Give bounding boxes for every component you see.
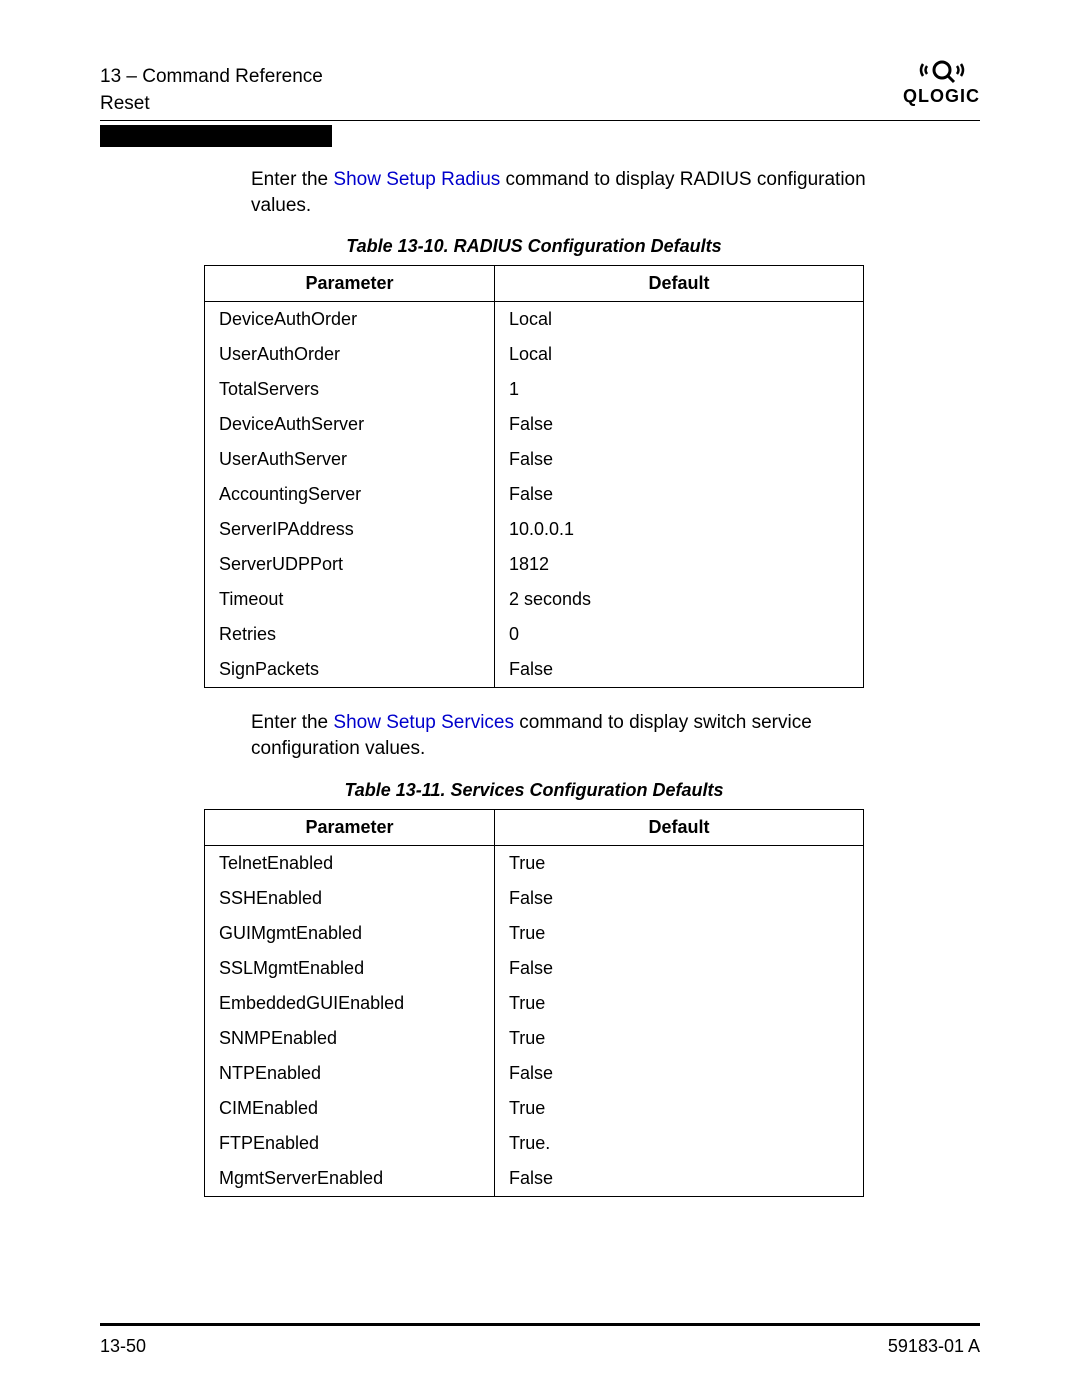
cell-default: False bbox=[494, 951, 863, 986]
cell-default: False bbox=[494, 652, 863, 688]
table-row: FTPEnabledTrue. bbox=[205, 1126, 864, 1161]
cell-parameter: TotalServers bbox=[205, 372, 495, 407]
table-row: EmbeddedGUIEnabledTrue bbox=[205, 986, 864, 1021]
table-row: ServerIPAddress10.0.0.1 bbox=[205, 512, 864, 547]
footer-line: 13-50 59183-01 A bbox=[100, 1336, 980, 1357]
cell-default: 1 bbox=[494, 372, 863, 407]
brand-logo: QLOGIC bbox=[903, 58, 980, 107]
cell-default: False bbox=[494, 407, 863, 442]
show-setup-services-link[interactable]: Show Setup Services bbox=[333, 712, 514, 733]
cell-parameter: GUIMgmtEnabled bbox=[205, 916, 495, 951]
cell-default: True bbox=[494, 916, 863, 951]
table-row: GUIMgmtEnabledTrue bbox=[205, 916, 864, 951]
cell-parameter: ServerUDPPort bbox=[205, 547, 495, 582]
col-parameter: Parameter bbox=[205, 266, 495, 302]
header-section: 13 – Command Reference bbox=[100, 64, 323, 91]
cell-default: False bbox=[494, 1161, 863, 1197]
intro1-pre: Enter the bbox=[251, 169, 333, 190]
table2-caption: Table 13-11. Services Configuration Defa… bbox=[204, 780, 864, 801]
col-default: Default bbox=[494, 266, 863, 302]
table-header-row: Parameter Default bbox=[205, 809, 864, 845]
intro-text-2: Enter the Show Setup Services command to… bbox=[251, 710, 871, 761]
table-row: DeviceAuthOrderLocal bbox=[205, 302, 864, 338]
cell-parameter: UserAuthOrder bbox=[205, 337, 495, 372]
header-rule bbox=[100, 120, 980, 121]
cell-default: False bbox=[494, 442, 863, 477]
cell-parameter: Timeout bbox=[205, 582, 495, 617]
header-text: 13 – Command Reference Reset bbox=[100, 64, 323, 117]
page-number: 13-50 bbox=[100, 1336, 146, 1357]
intro2-pre: Enter the bbox=[251, 712, 333, 733]
table-row: TelnetEnabledTrue bbox=[205, 845, 864, 881]
table-row: SNMPEnabledTrue bbox=[205, 1021, 864, 1056]
table1-caption: Table 13-10. RADIUS Configuration Defaul… bbox=[204, 236, 864, 257]
cell-default: 1812 bbox=[494, 547, 863, 582]
qlogic-icon bbox=[919, 58, 965, 84]
table-row: MgmtServerEnabledFalse bbox=[205, 1161, 864, 1197]
table1-body: DeviceAuthOrderLocalUserAuthOrderLocalTo… bbox=[205, 302, 864, 688]
document-id: 59183-01 A bbox=[888, 1336, 980, 1357]
table-row: CIMEnabledTrue bbox=[205, 1091, 864, 1126]
table-header-row: Parameter Default bbox=[205, 266, 864, 302]
footer-rule bbox=[100, 1323, 980, 1326]
page-header: 13 – Command Reference Reset QLOGIC bbox=[100, 58, 980, 117]
table-row: SSHEnabledFalse bbox=[205, 881, 864, 916]
table2-body: TelnetEnabledTrueSSHEnabledFalseGUIMgmtE… bbox=[205, 845, 864, 1196]
cell-default: 10.0.0.1 bbox=[494, 512, 863, 547]
cell-default: False bbox=[494, 477, 863, 512]
cell-parameter: AccountingServer bbox=[205, 477, 495, 512]
table-row: SSLMgmtEnabledFalse bbox=[205, 951, 864, 986]
cell-parameter: NTPEnabled bbox=[205, 1056, 495, 1091]
cell-default: True bbox=[494, 986, 863, 1021]
cell-parameter: Retries bbox=[205, 617, 495, 652]
cell-parameter: UserAuthServer bbox=[205, 442, 495, 477]
cell-parameter: SNMPEnabled bbox=[205, 1021, 495, 1056]
cell-parameter: SSLMgmtEnabled bbox=[205, 951, 495, 986]
cell-default: True bbox=[494, 845, 863, 881]
table-row: Retries0 bbox=[205, 617, 864, 652]
section-bar bbox=[100, 125, 332, 147]
table-row: Timeout2 seconds bbox=[205, 582, 864, 617]
cell-parameter: SSHEnabled bbox=[205, 881, 495, 916]
col-parameter: Parameter bbox=[205, 809, 495, 845]
radius-defaults-table: Parameter Default DeviceAuthOrderLocalUs… bbox=[204, 265, 864, 688]
table-row: AccountingServerFalse bbox=[205, 477, 864, 512]
table-row: UserAuthOrderLocal bbox=[205, 337, 864, 372]
col-default: Default bbox=[494, 809, 863, 845]
cell-default: 0 bbox=[494, 617, 863, 652]
table-row: TotalServers1 bbox=[205, 372, 864, 407]
cell-default: True. bbox=[494, 1126, 863, 1161]
cell-parameter: DeviceAuthServer bbox=[205, 407, 495, 442]
cell-default: 2 seconds bbox=[494, 582, 863, 617]
cell-parameter: MgmtServerEnabled bbox=[205, 1161, 495, 1197]
show-setup-radius-link[interactable]: Show Setup Radius bbox=[333, 169, 500, 190]
table-row: NTPEnabledFalse bbox=[205, 1056, 864, 1091]
table-row: SignPacketsFalse bbox=[205, 652, 864, 688]
cell-parameter: SignPackets bbox=[205, 652, 495, 688]
cell-default: True bbox=[494, 1021, 863, 1056]
cell-default: False bbox=[494, 1056, 863, 1091]
table-row: UserAuthServerFalse bbox=[205, 442, 864, 477]
header-subsection: Reset bbox=[100, 91, 323, 118]
cell-default: Local bbox=[494, 337, 863, 372]
cell-parameter: DeviceAuthOrder bbox=[205, 302, 495, 338]
page: 13 – Command Reference Reset QLOGIC Ente… bbox=[0, 0, 1080, 1397]
cell-default: False bbox=[494, 881, 863, 916]
intro-text-1: Enter the Show Setup Radius command to d… bbox=[251, 167, 871, 218]
page-footer: 13-50 59183-01 A bbox=[100, 1323, 980, 1357]
cell-parameter: EmbeddedGUIEnabled bbox=[205, 986, 495, 1021]
cell-default: True bbox=[494, 1091, 863, 1126]
table-row: DeviceAuthServerFalse bbox=[205, 407, 864, 442]
cell-parameter: FTPEnabled bbox=[205, 1126, 495, 1161]
cell-parameter: TelnetEnabled bbox=[205, 845, 495, 881]
cell-parameter: CIMEnabled bbox=[205, 1091, 495, 1126]
cell-parameter: ServerIPAddress bbox=[205, 512, 495, 547]
brand-name: QLOGIC bbox=[903, 86, 980, 107]
services-defaults-table: Parameter Default TelnetEnabledTrueSSHEn… bbox=[204, 809, 864, 1197]
table-row: ServerUDPPort1812 bbox=[205, 547, 864, 582]
cell-default: Local bbox=[494, 302, 863, 338]
